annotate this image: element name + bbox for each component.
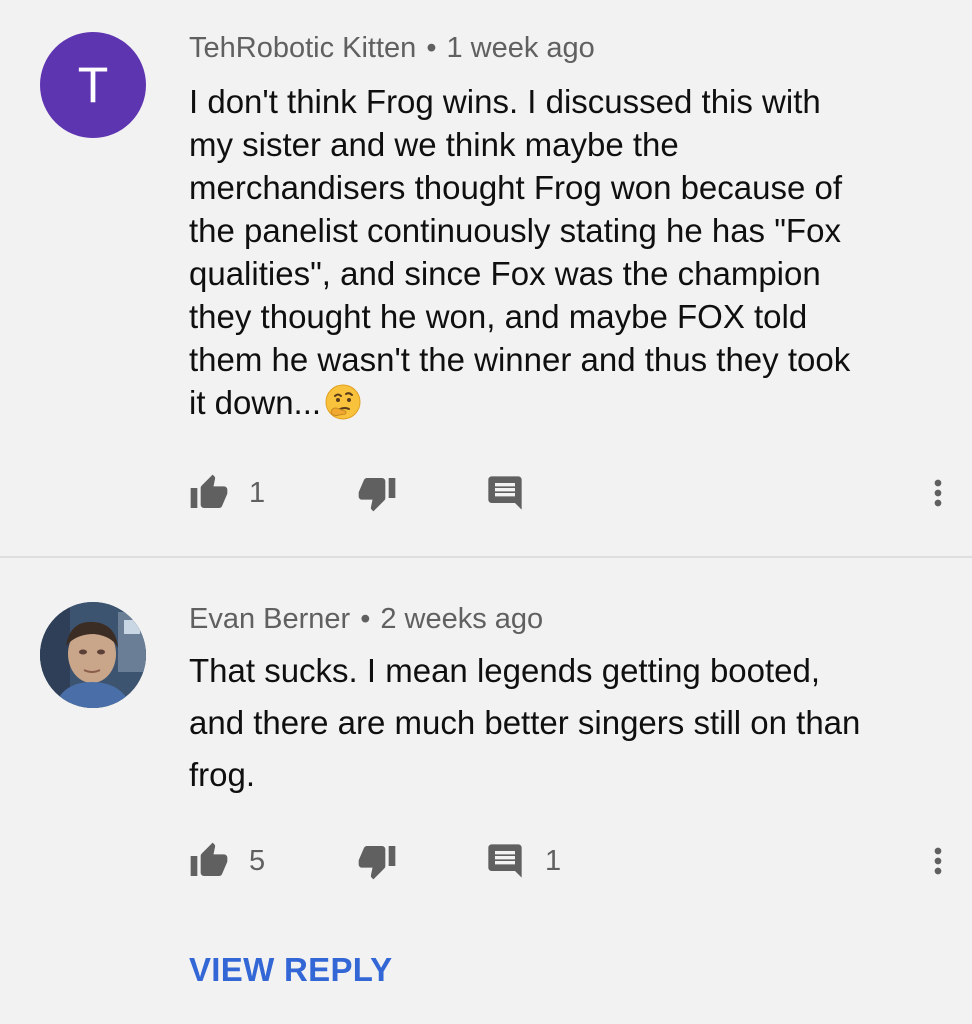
comment-text: That sucks. I mean legends getting boote… xyxy=(189,645,959,801)
thumbs-down-icon xyxy=(358,478,396,512)
comments-list: T TehRobotic Kitten • 1 week ago I don't t… xyxy=(0,0,972,1024)
dislike-button[interactable] xyxy=(357,468,397,518)
comment-actions: 5 1 xyxy=(0,836,972,886)
author-name[interactable]: TehRobotic Kitten xyxy=(189,32,416,64)
thinking-face-emoji xyxy=(325,384,361,420)
thumbs-up-icon xyxy=(190,842,228,876)
comment-time: 1 week ago xyxy=(446,32,595,64)
comment-meta: Evan Berner • 2 weeks ago xyxy=(189,603,543,636)
like-count: 5 xyxy=(249,844,266,877)
meta-separator: • xyxy=(360,603,371,635)
avatar[interactable] xyxy=(40,602,146,708)
thumbs-down-icon xyxy=(358,846,396,880)
more-options-button[interactable] xyxy=(918,468,958,518)
profile-photo xyxy=(40,602,146,708)
more-vert-icon xyxy=(934,479,942,507)
author-name[interactable]: Evan Berner xyxy=(189,603,350,635)
reply-icon xyxy=(488,476,522,510)
more-options-button[interactable] xyxy=(918,836,958,886)
like-count: 1 xyxy=(249,476,266,509)
dislike-button[interactable] xyxy=(357,836,397,886)
reply-count: 1 xyxy=(545,844,562,877)
meta-separator: • xyxy=(426,32,437,64)
like-button[interactable]: 5 xyxy=(189,836,265,886)
reply-button[interactable] xyxy=(485,468,525,518)
like-button[interactable]: 1 xyxy=(189,468,265,518)
comment-text-content: That sucks. I mean legends getting boote… xyxy=(189,652,861,793)
comment-text: I don't think Frog wins. I discussed thi… xyxy=(189,80,949,424)
comment-meta: TehRobotic Kitten • 1 week ago xyxy=(189,32,595,65)
more-vert-icon xyxy=(934,847,942,875)
reply-button[interactable]: 1 xyxy=(485,836,561,886)
thumbs-up-icon xyxy=(190,474,228,508)
avatar[interactable]: T xyxy=(40,32,146,138)
view-reply-link[interactable]: VIEW REPLY xyxy=(189,951,393,989)
reply-icon xyxy=(488,844,522,878)
comment-time: 2 weeks ago xyxy=(380,603,544,635)
comment-text-content: I don't think Frog wins. I discussed thi… xyxy=(189,83,851,421)
comment-divider xyxy=(0,556,972,558)
comment-actions: 1 xyxy=(0,468,972,518)
